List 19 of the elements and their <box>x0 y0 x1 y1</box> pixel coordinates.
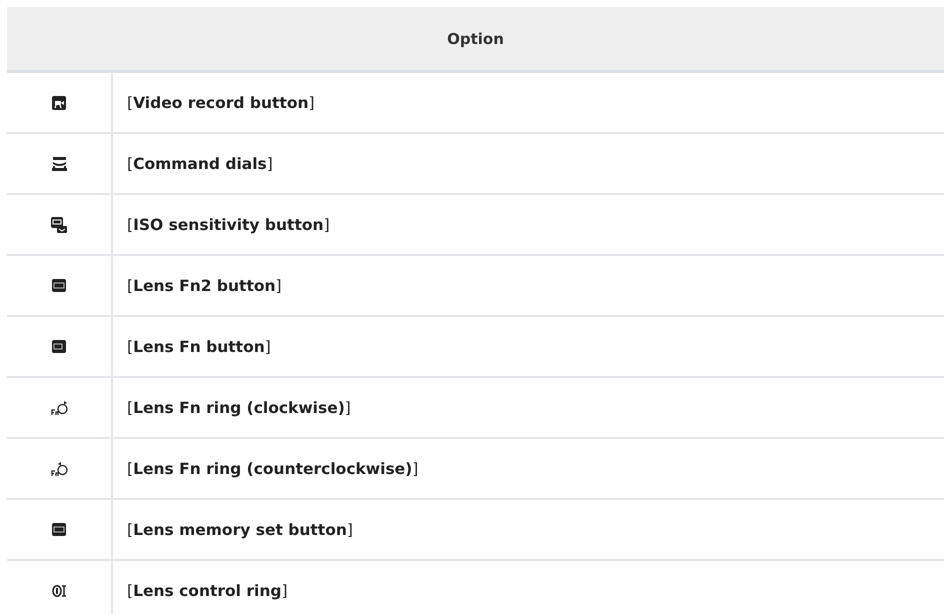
option-label: [Command dials] <box>127 154 273 172</box>
option-label: [Video record button] <box>127 94 315 112</box>
option-label: [Lens Fn ring (clockwise)] <box>127 398 351 416</box>
lens-button-icon <box>52 523 66 536</box>
rotate-ring-icon <box>50 460 68 476</box>
lens-button-icon <box>52 279 66 292</box>
option-label: [ISO sensitivity button] <box>127 216 330 234</box>
lens-button-icon <box>52 340 66 353</box>
option-label: [Lens Fn button] <box>127 338 271 356</box>
iso-button-icon <box>51 216 67 232</box>
option-label: [Lens control ring] <box>127 582 288 600</box>
option-label: [Lens Fn2 button] <box>127 276 282 294</box>
dials-icon <box>52 156 66 170</box>
column-header: Option <box>447 30 504 48</box>
movie-camera-icon <box>52 96 66 110</box>
rotate-ring-icon <box>50 400 68 416</box>
option-label: [Lens Fn ring (counterclockwise)] <box>127 460 418 478</box>
control-ring-icon <box>52 584 66 596</box>
option-label: [Lens memory set button] <box>127 520 353 538</box>
